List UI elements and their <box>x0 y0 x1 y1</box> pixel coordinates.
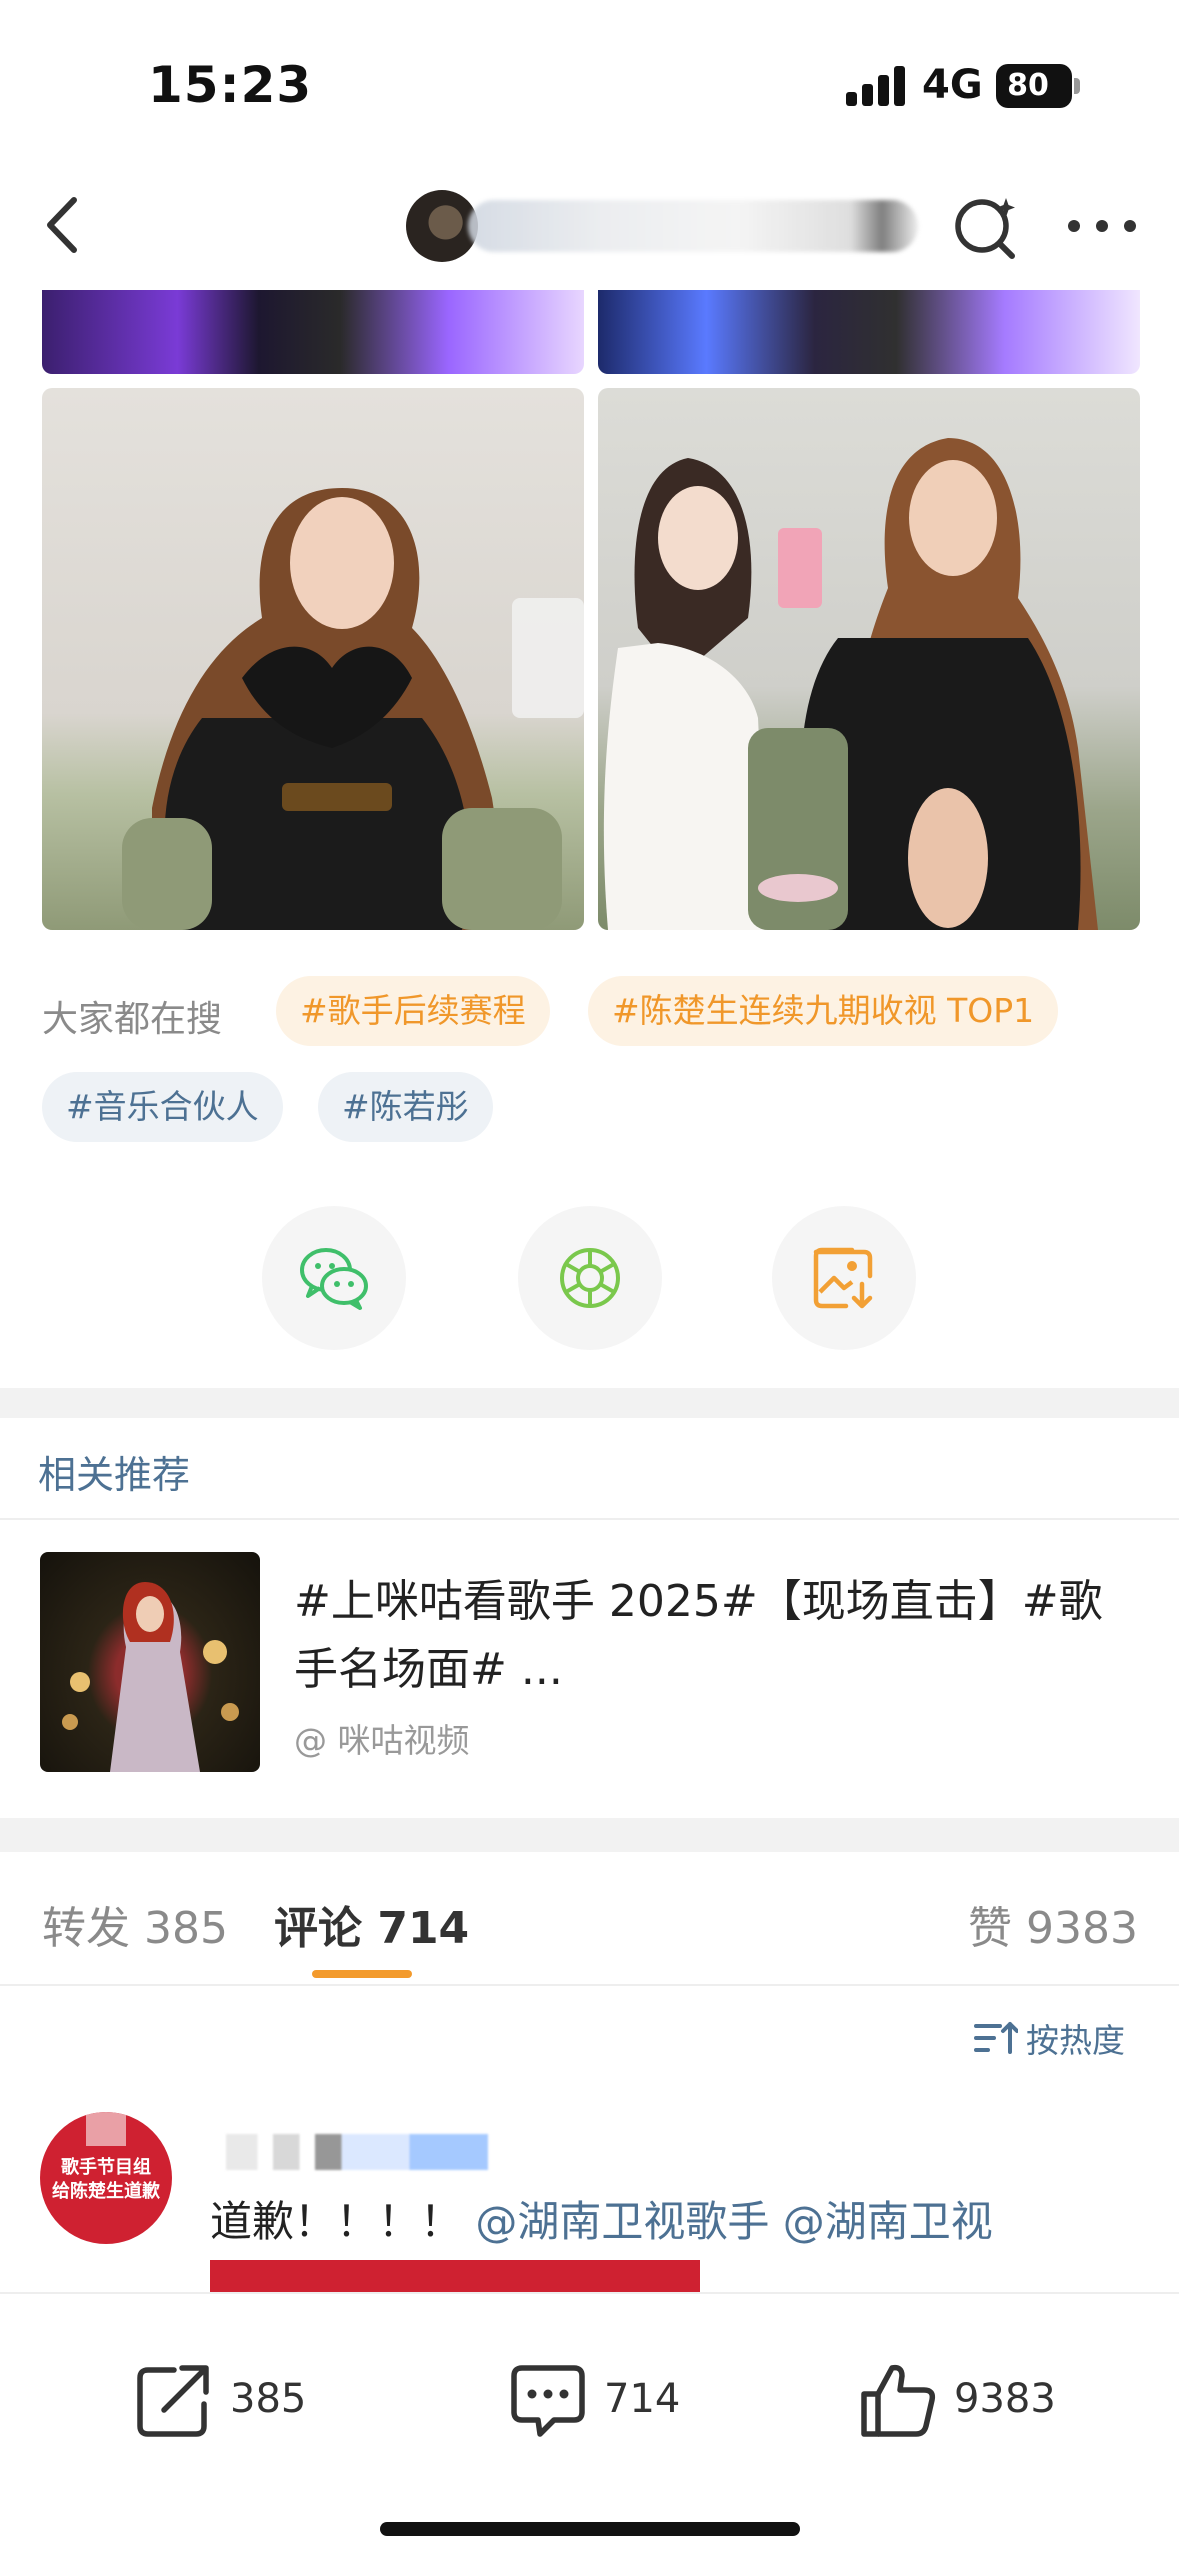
author-name-blurred[interactable] <box>468 200 918 252</box>
divider <box>0 1518 1179 1520</box>
tab-active-indicator <box>312 1970 412 1978</box>
tab-like[interactable]: 赞 9383 <box>968 1892 1138 1956</box>
wechat-icon <box>300 1248 368 1310</box>
comment-icon <box>511 2365 585 2437</box>
photo-stage-right[interactable] <box>598 290 1140 374</box>
recommend-title: 相关推荐 <box>38 1453 191 1497</box>
tab-repost-label: 转发 <box>42 1903 130 1954</box>
share-moments-button[interactable] <box>518 1206 662 1350</box>
ellipsis-icon <box>1068 220 1080 232</box>
recommend-thumbnail[interactable] <box>40 1552 260 1772</box>
recommend-item-text[interactable]: #上咪咕看歌手 2025#【现场直击】#歌手名场面# ... <box>294 1568 1134 1704</box>
photo-singer-heart[interactable] <box>42 388 584 930</box>
signal-icon <box>846 64 908 106</box>
hot-tag[interactable]: #歌手后续赛程 <box>276 976 550 1046</box>
bottom-action-bar: 385 714 9383 <box>0 2292 1179 2556</box>
battery-icon: 80 <box>996 64 1072 108</box>
tab-repost-count: 385 <box>144 1903 228 1954</box>
thumbs-up-icon <box>861 2364 936 2437</box>
hot-search-label: 大家都在搜 <box>42 999 223 1040</box>
search-sparkle-icon <box>955 198 1015 259</box>
battery-level: 80 <box>1007 68 1049 103</box>
hot-tag[interactable]: #陈若彤 <box>318 1072 493 1142</box>
repost-icon <box>137 2365 209 2437</box>
like-count: 9383 <box>954 2376 1056 2422</box>
comment-username-blurred[interactable] <box>226 2134 488 2170</box>
tab-comment-count: 714 <box>377 1903 470 1954</box>
sort-icon <box>974 2022 1018 2054</box>
comment-text: 道歉！！！！ @湖南卫视歌手 @湖南卫视 <box>210 2188 993 2249</box>
tab-like-label: 赞 <box>968 1903 1012 1954</box>
home-indicator <box>380 2522 800 2536</box>
comment-count: 714 <box>604 2376 681 2422</box>
comment-image-preview[interactable] <box>210 2260 700 2294</box>
battery-tip <box>1074 78 1080 94</box>
sort-label: 按热度 <box>1026 2021 1125 2060</box>
status-time: 15:23 <box>148 56 313 114</box>
recommend-item-source[interactable]: @ 咪咕视频 <box>294 1714 470 1762</box>
comment-body: 道歉！！！！ <box>210 2197 463 2246</box>
divider <box>0 1984 1179 1986</box>
share-wechat-button[interactable] <box>262 1206 406 1350</box>
status-bar: 15:23 4G 80 <box>0 0 1179 160</box>
tab-like-count: 9383 <box>1026 1903 1138 1954</box>
hot-tag[interactable]: #陈楚生连续九期收视 TOP1 <box>588 976 1059 1046</box>
tab-comment[interactable]: 评论 714 <box>274 1892 469 1956</box>
save-image-icon <box>813 1247 873 1309</box>
tab-comment-label: 评论 <box>274 1903 362 1954</box>
moments-icon <box>560 1248 620 1308</box>
repost-count: 385 <box>230 2376 307 2422</box>
chevron-left-icon <box>47 197 77 253</box>
back-button[interactable] <box>30 190 100 260</box>
photo-singer-with-host[interactable] <box>598 388 1140 930</box>
nav-bar <box>0 160 1179 290</box>
hot-tag[interactable]: #音乐合伙人 <box>42 1072 283 1142</box>
mention-link[interactable]: @湖南卫视歌手 <box>475 2197 769 2246</box>
network-type: 4G <box>922 62 983 108</box>
tab-repost[interactable]: 转发 385 <box>42 1892 228 1956</box>
comment-avatar[interactable]: 歌手节目组 给陈楚生道歉 <box>40 2112 172 2244</box>
save-image-button[interactable] <box>772 1206 916 1350</box>
mention-link[interactable]: @湖南卫视 <box>783 2197 993 2246</box>
more-button[interactable] <box>1064 204 1140 248</box>
photo-stage-left[interactable] <box>42 290 584 374</box>
avatar-text-line: 给陈楚生道歉 <box>52 2181 160 2202</box>
avatar-text-line: 歌手节目组 <box>61 2157 151 2178</box>
search-button[interactable] <box>950 190 1024 264</box>
section-divider <box>0 1388 1179 1418</box>
section-divider <box>0 1818 1179 1852</box>
